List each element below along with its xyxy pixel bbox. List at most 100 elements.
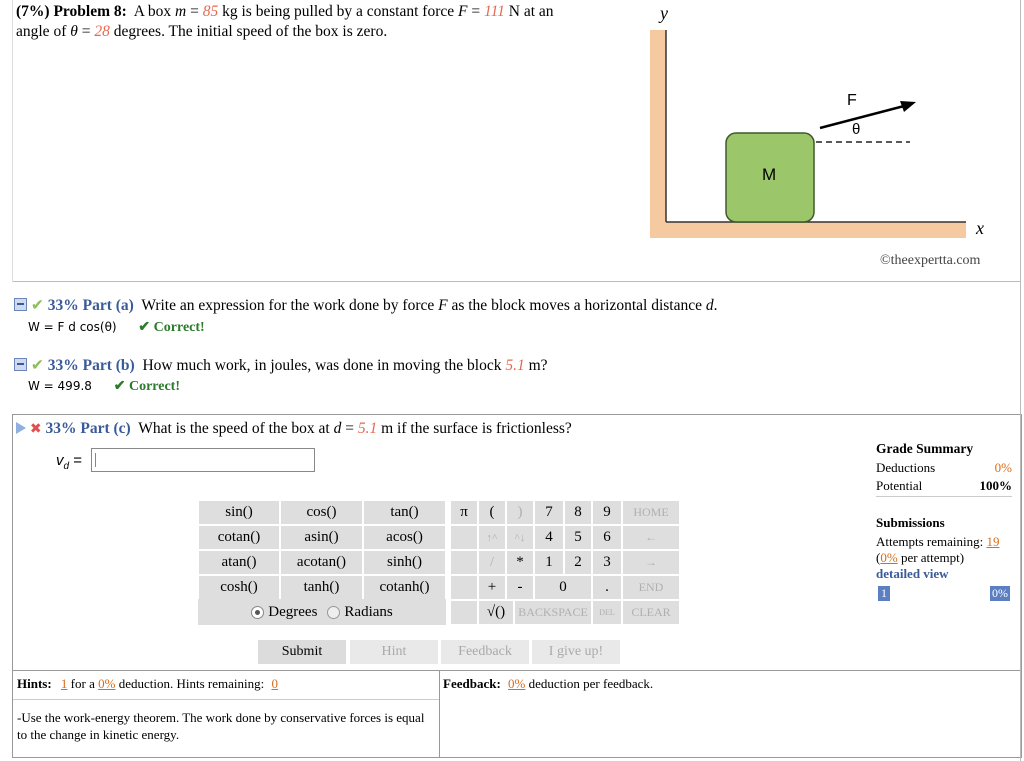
func-key-sin[interactable]: sin() [198,500,280,525]
func-key-cos[interactable]: cos() [280,500,363,525]
grade-title: Grade Summary [876,441,974,456]
block-label: M [762,165,777,184]
figure-svg [650,30,966,238]
degrees-radio[interactable] [251,605,265,619]
problem-figure: y x M F θ ©theexpertta.com [640,0,1020,275]
angle-value: 28 [94,23,110,40]
pi-key[interactable]: π [450,500,478,525]
force-label: F [847,92,857,109]
clear-key[interactable]: CLEAR [622,600,680,625]
func-key-tanh[interactable]: tanh() [280,575,363,600]
y-axis-label: y [660,3,668,23]
text-cursor [95,453,96,467]
x-axis-label: x [976,218,984,238]
digit-key-3[interactable]: 3 [592,550,622,575]
sqrt-key[interactable]: √() [478,600,514,625]
give-up-button[interactable]: I give up! [532,640,620,664]
digit-key-4[interactable]: 4 [534,525,564,550]
hint-button[interactable]: Hint [350,640,438,664]
eq: = [467,3,484,20]
submit-button[interactable]: Submit [258,640,346,664]
force-arrow [819,103,909,130]
problem-title: Problem 8: [53,3,127,20]
part-a-header: ✔ 33% Part (a) Write an expression for t… [14,296,717,315]
left-arrow-key[interactable]: ← [622,525,680,550]
minus-key[interactable]: - [506,575,534,600]
func-key-cotanh[interactable]: cotanh() [363,575,446,600]
multiply-key[interactable]: * [506,550,534,575]
blank-key [450,550,478,575]
part-c-question: What is the speed of the box at d = 5.1 … [138,420,572,437]
backspace-key[interactable]: BACKSPACE [514,600,592,625]
collapse-icon[interactable] [14,298,27,311]
page-edge [1020,0,1021,761]
digit-key-6[interactable]: 6 [592,525,622,550]
digit-key-9[interactable]: 9 [592,500,622,525]
input-label: vd = [56,452,82,472]
func-key-acotan[interactable]: acotan() [280,550,363,575]
superscript-up-key[interactable]: ↑^ [478,525,506,550]
hints-feedback-panel: Hints: 1 for a 0% deduction. Hints remai… [12,670,1022,758]
copyright-text: ©theexpertta.com [880,253,981,268]
hints-summary: Hints: 1 for a 0% deduction. Hints remai… [17,676,278,691]
rparen-key[interactable]: ) [506,500,534,525]
feedback-summary: Feedback: 0% deduction per feedback. [443,676,654,691]
end-key[interactable]: END [622,575,680,600]
part-b-header: ✔ 33% Part (b) How much work, in joules,… [14,356,548,375]
degrees-label: Degrees [268,603,318,620]
problem-percent: (7%) [16,3,50,20]
plus-key[interactable]: + [478,575,506,600]
part-a-answer-row: W = F d cos(θ) ✔ Correct! [28,319,205,336]
angle-label: θ [852,121,861,138]
radians-radio[interactable] [327,605,341,619]
right-arrow-key[interactable]: → [622,550,680,575]
play-icon[interactable] [16,422,26,434]
per-attempt-row: (0% per attempt) [876,550,965,565]
distance-value: 5.1 [505,357,525,374]
func-key-cotan[interactable]: cotan() [198,525,280,550]
mass-value: 85 [202,3,219,20]
digit-key-5[interactable]: 5 [564,525,592,550]
func-key-acos[interactable]: acos() [363,525,446,550]
part-a-percent: 33% Part (a) [47,297,134,314]
digit-key-7[interactable]: 7 [534,500,564,525]
func-key-tan[interactable]: tan() [363,500,446,525]
attempts-row: Attempts remaining: 19 [876,534,1000,549]
digit-key-0[interactable]: 0 [534,575,592,600]
part-a-answer: W = F d cos(θ) [28,320,117,334]
func-key-asin[interactable]: asin() [280,525,363,550]
home-key[interactable]: HOME [622,500,680,525]
digit-key-2[interactable]: 2 [564,550,592,575]
x-axis-floor [650,222,966,238]
part-b-status: ✔ Correct! [113,379,181,394]
subscript-down-key[interactable]: ^↓ [506,525,534,550]
eq: = [77,23,95,40]
feedback-button[interactable]: Feedback [441,640,529,664]
attempt-bar: 1 0% [876,586,1012,604]
eq: = [186,3,203,20]
collapse-icon[interactable] [14,358,27,371]
force-value: 111 [483,3,505,20]
angle-mode-row: Degrees Radians [198,599,446,625]
divide-key[interactable]: / [478,550,506,575]
blank-key [450,575,478,600]
func-key-cosh[interactable]: cosh() [198,575,280,600]
deductions-row: Deductions 0% [876,460,1012,475]
detailed-view-link[interactable]: detailed view [876,566,1012,582]
blank-key [450,525,478,550]
func-key-atan[interactable]: atan() [198,550,280,575]
lparen-key[interactable]: ( [478,500,506,525]
mass-unit: kg is being pulled by a constant force [218,3,458,20]
distance-value: 5.1 [357,420,378,437]
submissions-title: Submissions [876,515,945,530]
y-axis-wall [650,30,666,228]
digit-key-8[interactable]: 8 [564,500,592,525]
decimal-key[interactable]: . [592,575,622,600]
angle-var: θ [70,23,78,40]
checkmark-icon: ✔ [30,357,44,374]
part-b-answer: W = 499.8 [28,379,92,393]
func-key-sinh[interactable]: sinh() [363,550,446,575]
answer-input[interactable] [91,448,315,472]
digit-key-1[interactable]: 1 [534,550,564,575]
delete-key[interactable]: DEL [592,600,622,625]
